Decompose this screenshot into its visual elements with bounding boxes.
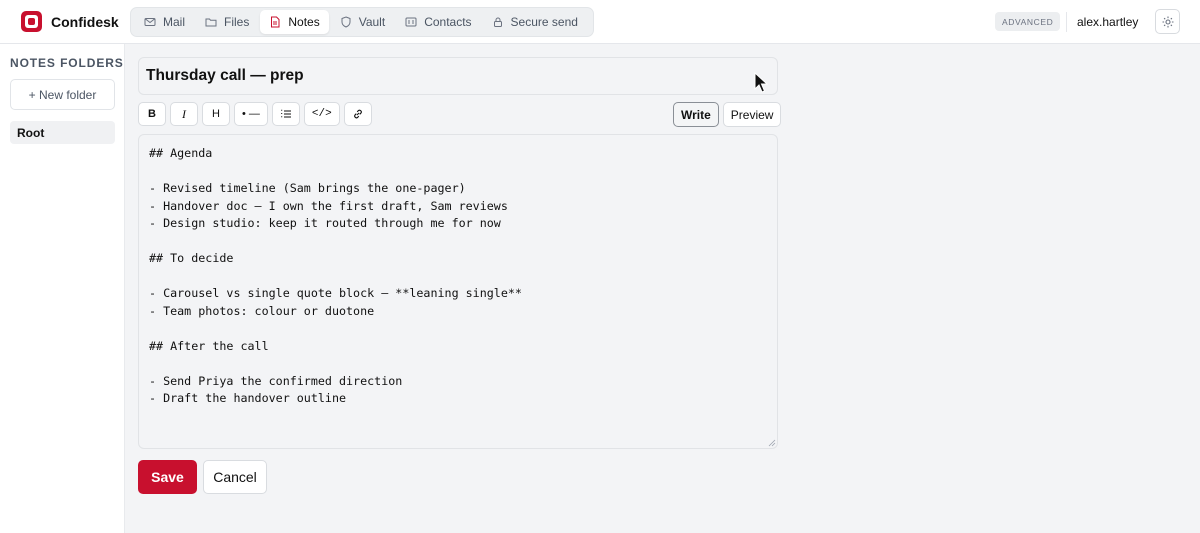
mouse-pointer-icon bbox=[754, 72, 768, 93]
tab-secure-send-label: Secure send bbox=[510, 15, 578, 29]
formatting-toolbar: B I H • — </> bbox=[138, 102, 372, 126]
numbered-list-icon bbox=[281, 109, 291, 118]
italic-button[interactable]: I bbox=[170, 102, 198, 126]
resize-grip-icon[interactable] bbox=[768, 439, 776, 447]
tab-vault-label: Vault bbox=[358, 15, 386, 29]
heading-button[interactable]: H bbox=[202, 102, 230, 126]
tab-contacts-label: Contacts bbox=[424, 15, 472, 29]
brand[interactable]: Confidesk bbox=[21, 11, 119, 32]
settings-button[interactable] bbox=[1155, 9, 1180, 34]
tab-vault[interactable]: Vault bbox=[331, 10, 394, 34]
header-divider bbox=[1066, 12, 1067, 32]
app-name: Confidesk bbox=[51, 13, 119, 30]
preview-mode-button[interactable]: Preview bbox=[722, 102, 782, 127]
folder-icon bbox=[205, 18, 217, 27]
username[interactable]: alex.hartley bbox=[1077, 15, 1138, 29]
gear-icon bbox=[1162, 16, 1173, 27]
document-icon bbox=[271, 16, 280, 28]
bold-button[interactable]: B bbox=[138, 102, 166, 126]
tab-files-label: Files bbox=[224, 15, 250, 29]
contact-card-icon bbox=[405, 17, 417, 27]
tab-mail-label: Mail bbox=[163, 15, 186, 29]
link-button[interactable] bbox=[343, 102, 372, 126]
tab-contacts[interactable]: Contacts bbox=[396, 10, 480, 34]
tab-secure-send[interactable]: Secure send bbox=[483, 10, 587, 34]
bullet-list-button[interactable]: • — bbox=[234, 102, 268, 126]
sidebar-title: NOTES FOLDERS bbox=[10, 56, 124, 70]
tab-notes-label: Notes bbox=[288, 15, 320, 29]
numbered-list-button[interactable] bbox=[271, 102, 300, 126]
folder-item-root[interactable]: Root bbox=[10, 121, 115, 144]
notes-sidebar: NOTES FOLDERS + New folder Root bbox=[0, 44, 125, 533]
new-folder-button[interactable]: + New folder bbox=[10, 79, 115, 110]
confidesk-logo-icon bbox=[21, 11, 42, 32]
code-button[interactable]: </> bbox=[303, 102, 340, 126]
note-body-editor[interactable]: ## Agenda - Revised timeline (Sam brings… bbox=[138, 134, 778, 449]
note-title-input[interactable]: Thursday call — prep bbox=[138, 57, 778, 95]
mail-icon bbox=[144, 18, 156, 26]
save-button[interactable]: Save bbox=[138, 460, 197, 494]
tab-mail[interactable]: Mail bbox=[135, 10, 194, 34]
lock-icon bbox=[493, 17, 502, 27]
main-nav-tabs: Mail Files Notes Vault Contacts Secure s… bbox=[130, 7, 594, 37]
cancel-button[interactable]: Cancel bbox=[203, 460, 267, 494]
top-bar: Confidesk Mail Files Notes Vault Contact… bbox=[0, 0, 1200, 44]
tab-files[interactable]: Files bbox=[196, 10, 258, 34]
tab-notes[interactable]: Notes bbox=[260, 10, 329, 34]
shield-icon bbox=[341, 16, 351, 28]
write-mode-button[interactable]: Write bbox=[673, 102, 719, 127]
mode-badge: ADVANCED bbox=[995, 12, 1061, 31]
link-icon bbox=[353, 109, 362, 119]
editor-mode-toggle: Write Preview bbox=[673, 102, 782, 127]
